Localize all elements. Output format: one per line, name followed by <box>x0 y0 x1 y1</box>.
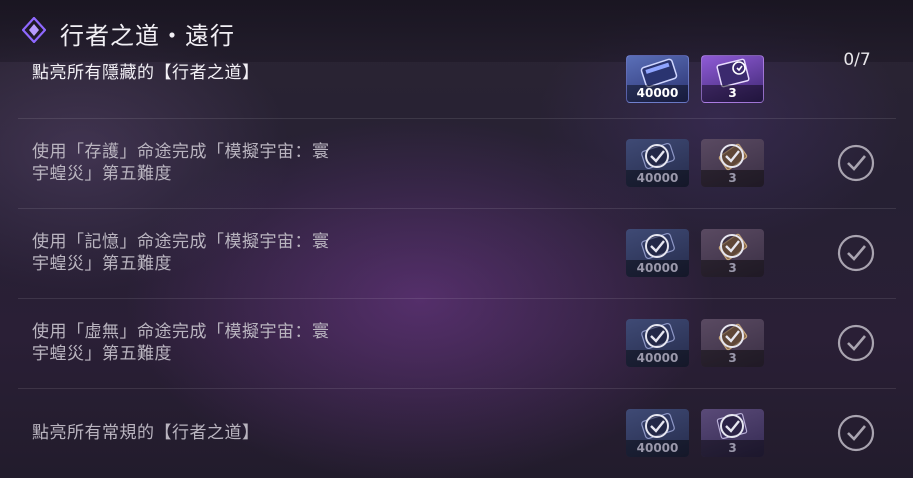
reward-credit[interactable]: 40000 <box>626 409 689 457</box>
reward-material[interactable]: 3 <box>701 319 764 367</box>
claimed-check-icon <box>641 232 675 260</box>
claimed-check-icon <box>837 414 875 452</box>
achievement-description: 使用「記憶」命途完成「模擬宇宙：寰 宇蝗災」第五難度 <box>32 232 330 274</box>
reward-count: 40000 <box>627 85 688 102</box>
claimed-check-icon <box>641 322 675 350</box>
reward-count: 3 <box>701 440 764 457</box>
reward-special[interactable]: 3 <box>701 55 764 103</box>
reward-count: 3 <box>701 260 764 277</box>
claimed-check-icon <box>837 324 875 362</box>
claimed-check-icon <box>718 233 748 261</box>
claimed-check-icon <box>641 412 675 440</box>
claimed-check-icon <box>641 142 675 170</box>
reward-count: 40000 <box>626 440 689 457</box>
achievement-row: 點亮所有常規的【行者之道】 40000 3 <box>18 388 896 478</box>
claimed-check-icon <box>718 143 748 171</box>
claimed-check-icon <box>837 234 875 272</box>
reward-special[interactable]: 3 <box>701 409 764 457</box>
achievement-description: 點亮所有常規的【行者之道】 <box>32 423 260 443</box>
page-title: 行者之道・遠行 <box>60 22 235 50</box>
reward-material[interactable]: 3 <box>701 229 764 277</box>
achievement-row: 點亮所有隱藏的【行者之道】 40000 3 0/7 <box>18 48 896 119</box>
claimed-check-icon <box>837 144 875 182</box>
reward-credit[interactable]: 40000 <box>626 319 689 367</box>
achievement-description: 點亮所有隱藏的【行者之道】 <box>32 63 260 83</box>
achievement-description: 使用「存護」命途完成「模擬宇宙：寰 宇蝗災」第五難度 <box>32 142 330 184</box>
reward-count: 3 <box>701 350 764 367</box>
reward-count: 3 <box>702 85 763 102</box>
achievement-progress: 0/7 <box>843 50 871 70</box>
reward-count: 40000 <box>626 260 689 277</box>
reward-count: 40000 <box>626 350 689 367</box>
purple-diamond-icon <box>22 17 46 43</box>
reward-count: 3 <box>701 170 764 187</box>
achievement-row: 使用「虛無」命途完成「模擬宇宙：寰 宇蝗災」第五難度 40000 3 <box>18 298 896 389</box>
reward-material[interactable]: 3 <box>701 139 764 187</box>
claimed-check-icon <box>716 412 748 440</box>
reward-credit[interactable]: 40000 <box>626 55 689 103</box>
achievement-row: 使用「記憶」命途完成「模擬宇宙：寰 宇蝗災」第五難度 40000 3 <box>18 208 896 299</box>
reward-count: 40000 <box>626 170 689 187</box>
achievement-description: 使用「虛無」命途完成「模擬宇宙：寰 宇蝗災」第五難度 <box>32 322 330 364</box>
reward-credit[interactable]: 40000 <box>626 139 689 187</box>
reward-credit[interactable]: 40000 <box>626 229 689 277</box>
achievement-row: 使用「存護」命途完成「模擬宇宙：寰 宇蝗災」第五難度 40000 3 <box>18 118 896 209</box>
claimed-check-icon <box>718 323 748 351</box>
